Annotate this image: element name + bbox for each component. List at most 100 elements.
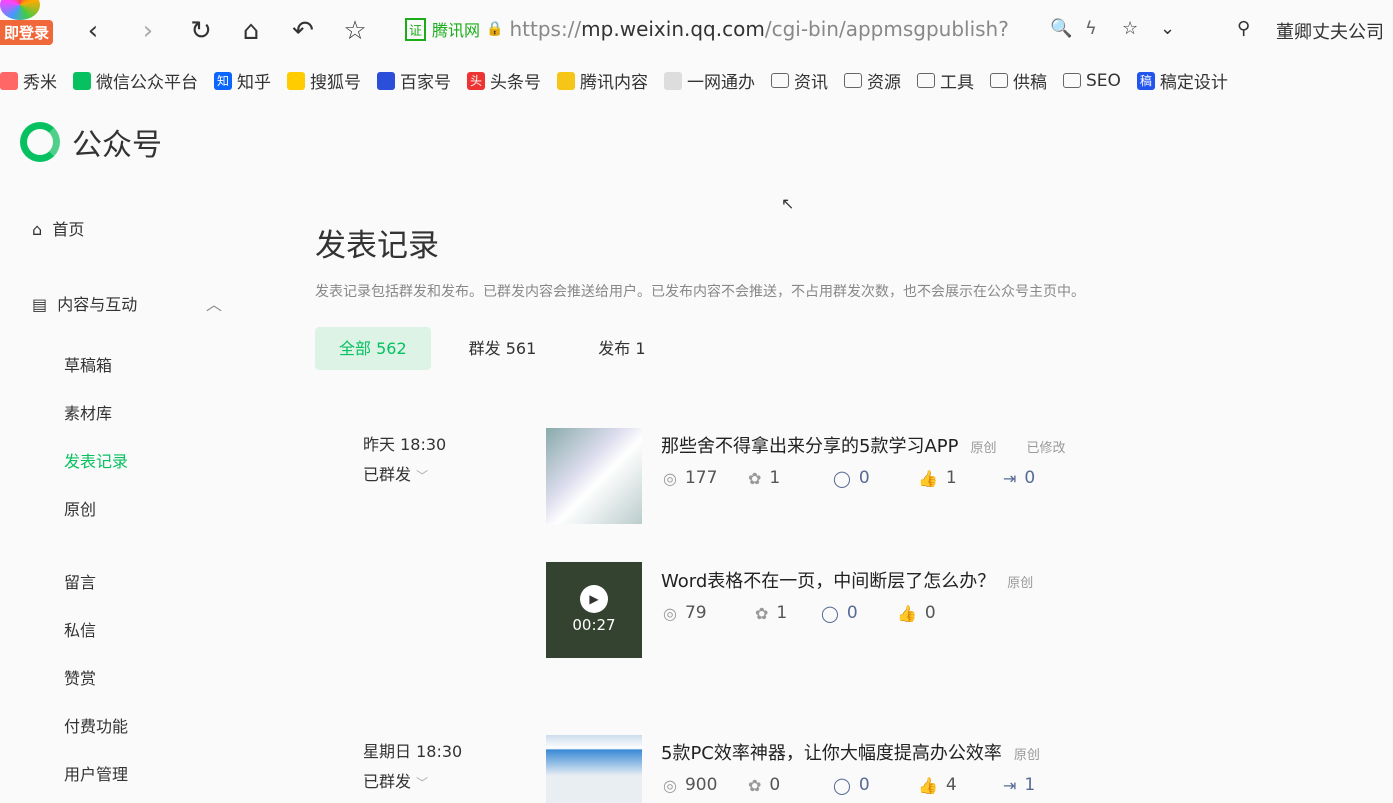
chevron-up-icon: ︿ <box>206 291 222 315</box>
status-dropdown[interactable]: 已群发 ﹀ <box>363 768 462 792</box>
comment-icon[interactable]: ◯ <box>821 604 839 623</box>
bookmarks-bar: 秀米 微信公众平台知知乎搜狐号百家号头头条号腾讯内容一网通办 资讯资源 工具 供稿 SEO… <box>0 68 1228 93</box>
folder-icon <box>844 73 862 88</box>
reads: 177 <box>685 468 717 488</box>
bookmark-folder[interactable]: 资源 <box>844 68 901 93</box>
brand-name: 公众号 <box>72 120 162 164</box>
shares: 1 <box>769 468 780 488</box>
bookmark-toutiao[interactable]: 头头条号 <box>467 68 541 93</box>
bookmark-label: 供稿 <box>1013 68 1047 93</box>
home-icon: ⌂ <box>32 220 42 239</box>
forward-icon[interactable]: ⇥ <box>1003 776 1016 795</box>
eye-icon: ◎ <box>663 604 677 623</box>
record-time: 昨天 18:30已群发 ﹀ <box>363 431 446 485</box>
share-gear-icon: ✿ <box>748 469 761 488</box>
sidebar-item-publish-records[interactable]: 发表记录 <box>64 448 128 472</box>
bookmark-label: 知乎 <box>237 68 271 93</box>
time: 星期日 18:30 <box>363 738 462 762</box>
share-gear-icon: ✿ <box>748 776 761 795</box>
label: 内容与互动 <box>57 295 137 314</box>
comment-icon[interactable]: ◯ <box>833 776 851 795</box>
label: 首页 <box>52 220 84 239</box>
article-stats: ◎79 ✿1 ◯0 👍0 <box>663 603 982 623</box>
article-thumbnail[interactable] <box>546 735 642 803</box>
toutiao-icon: 头 <box>467 72 485 90</box>
bookmark-folder[interactable]: 供稿 <box>990 68 1047 93</box>
page-description: 发表记录包括群发和发布。已群发内容会推送给用户。已发布内容不会推送，不占用群发次… <box>315 281 1085 301</box>
zhihu-icon: 知 <box>214 72 232 90</box>
sidebar-item-users[interactable]: 用户管理 <box>64 761 128 785</box>
play-icon[interactable]: ▶ <box>580 585 608 613</box>
bookmark-qq[interactable]: 腾讯内容 <box>557 68 648 93</box>
reads: 79 <box>685 603 707 623</box>
sidebar-item-paid[interactable]: 付费功能 <box>64 713 128 737</box>
bookmark-label: 微信公众平台 <box>96 68 198 93</box>
sidebar-item-comments[interactable]: 留言 <box>64 569 96 593</box>
comment-icon[interactable]: ◯ <box>833 469 851 488</box>
chevron-down-icon[interactable]: ⌄ <box>1160 18 1175 39</box>
star-icon[interactable]: ☆ <box>340 16 370 46</box>
bookmark-folder[interactable]: 工具 <box>917 68 974 93</box>
tabs: 全部 562 群发 561 发布 1 <box>315 327 1085 370</box>
eye-icon: ◎ <box>663 469 677 488</box>
cert-icon: 证 <box>405 18 426 41</box>
forward-icon[interactable]: › <box>133 16 163 46</box>
bookmark-gaoding[interactable]: 稿稿定设计 <box>1137 68 1228 93</box>
sidebar-item-rewards[interactable]: 赞赏 <box>64 665 96 689</box>
bookmark-zhihu[interactable]: 知知乎 <box>214 68 271 93</box>
baidu-icon <box>377 72 395 90</box>
status-dropdown[interactable]: 已群发 ﹀ <box>363 461 446 485</box>
article-title[interactable]: 5款PC效率神器，让你大幅度提高办公效率原创 <box>661 739 1040 765</box>
article-title[interactable]: Word表格不在一页，中间断层了怎么办？原创 <box>661 567 1033 593</box>
bookmark-xiumi[interactable]: 秀米 <box>0 68 57 93</box>
bookmark-sohu[interactable]: 搜狐号 <box>287 68 361 93</box>
tab-publish[interactable]: 发布 1 <box>560 327 669 370</box>
bookmark-star-icon[interactable]: ☆ <box>1122 18 1138 39</box>
undo-icon[interactable]: ↶ <box>288 16 318 46</box>
forward-icon[interactable]: ⇥ <box>1003 469 1016 488</box>
bookmark-label: 资讯 <box>794 68 828 93</box>
search-box[interactable]: 董卿丈夫公司 <box>1276 18 1384 44</box>
bookmark-label: 工具 <box>940 68 974 93</box>
comments: 0 <box>859 468 870 488</box>
bookmark-wechat[interactable]: 微信公众平台 <box>73 68 198 93</box>
tab-mass[interactable]: 群发 561 <box>431 327 561 370</box>
zoom-search-icon[interactable]: 🔍 <box>1050 18 1072 39</box>
qq-icon <box>557 72 575 90</box>
sidebar-item-home[interactable]: ⌂ 首页 <box>32 216 84 240</box>
sidebar-item-drafts[interactable]: 草稿箱 <box>64 352 112 376</box>
address-bar[interactable]: 证 腾讯网 🔒 https://mp.weixin.qq.com/cgi-bin… <box>405 17 1009 41</box>
status: 已群发 <box>363 772 411 791</box>
login-button[interactable]: 即登录 <box>0 20 53 45</box>
bookmark-folder[interactable]: 资讯 <box>771 68 828 93</box>
status: 已群发 <box>363 465 411 484</box>
thumbs-up-icon: 👍 <box>897 604 917 623</box>
likes: 1 <box>946 468 957 488</box>
likes: 4 <box>946 775 957 795</box>
lock-warning-icon: 🔒 <box>486 21 503 37</box>
sidebar-item-original[interactable]: 原创 <box>64 496 96 520</box>
bookmark-folder[interactable]: SEO <box>1063 68 1121 93</box>
reload-icon[interactable]: ↻ <box>186 16 216 46</box>
wechat-icon <box>73 72 91 90</box>
bookmark-label: 稿定设计 <box>1160 68 1228 93</box>
sidebar-item-messages[interactable]: 私信 <box>64 617 96 641</box>
article-title[interactable]: 那些舍不得拿出来分享的5款学习APP原创已修改 <box>661 432 1066 458</box>
title: Word表格不在一页，中间断层了怎么办？ <box>661 571 995 592</box>
article-thumbnail[interactable] <box>546 428 642 524</box>
browser-logo-icon <box>0 0 40 20</box>
original-tag: 原创 <box>1014 748 1040 763</box>
url-host: mp.weixin.qq.com <box>581 17 765 41</box>
sidebar-item-content[interactable]: ▤ 内容与互动︿ <box>32 291 222 315</box>
folder-icon <box>917 73 935 88</box>
tab-all[interactable]: 全部 562 <box>315 327 431 370</box>
lightning-icon[interactable]: ϟ <box>1085 18 1097 39</box>
search-icon[interactable]: ⚲ <box>1237 18 1250 39</box>
sidebar-item-materials[interactable]: 素材库 <box>64 400 112 424</box>
bookmark-baidu[interactable]: 百家号 <box>377 68 451 93</box>
chevron-down-icon: ﹀ <box>416 776 428 790</box>
home-icon[interactable]: ⌂ <box>236 16 266 46</box>
video-thumbnail[interactable]: ▶ 00:27 <box>546 562 642 658</box>
back-icon[interactable]: ‹ <box>78 16 108 46</box>
bookmark-page[interactable]: 一网通办 <box>664 68 755 93</box>
